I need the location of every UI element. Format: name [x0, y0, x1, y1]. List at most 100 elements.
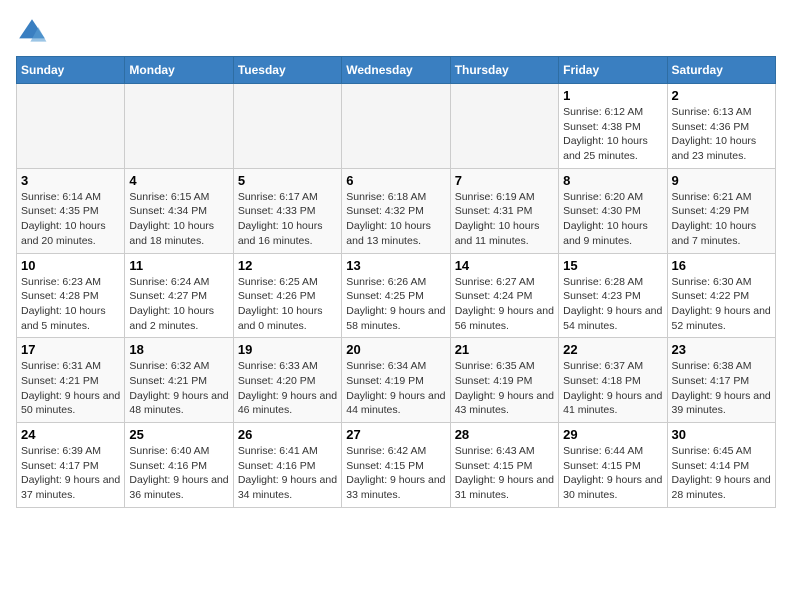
calendar-cell: 20 Sunrise: 6:34 AM Sunset: 4:19 PM Dayli… [342, 338, 450, 423]
day-detail: Sunrise: 6:19 AM Sunset: 4:31 PM Dayligh… [455, 190, 554, 249]
calendar-header-row: SundayMondayTuesdayWednesdayThursdayFrid… [17, 57, 776, 84]
calendar-cell: 16Sunrise: 6:30 AM Sunset: 4:22 PM Dayli… [667, 253, 775, 338]
calendar-cell: 30 Sunrise: 6:45 AM Sunset: 4:14 PM Dayli… [667, 423, 775, 508]
calendar-cell: 10 Sunrise: 6:23 AM Sunset: 4:28 PM Dayli… [17, 253, 125, 338]
day-detail: Sunrise: 6:44 AM Sunset: 4:15 PM Dayligh… [563, 444, 662, 503]
day-header-sunday: Sunday [17, 57, 125, 84]
day-header-saturday: Saturday [667, 57, 775, 84]
day-number: 4 [129, 173, 228, 188]
calendar-week-row: 3 Sunrise: 6:14 AM Sunset: 4:35 PM Daylig… [17, 168, 776, 253]
calendar-cell: 8 Sunrise: 6:20 AM Sunset: 4:30 PM Daylig… [559, 168, 667, 253]
day-detail: Sunrise: 6:18 AM Sunset: 4:32 PM Dayligh… [346, 190, 445, 249]
calendar-cell: 15 Sunrise: 6:28 AM Sunset: 4:23 PM Dayli… [559, 253, 667, 338]
calendar-cell: 11 Sunrise: 6:24 AM Sunset: 4:27 PM Dayli… [125, 253, 233, 338]
day-number: 28 [455, 427, 554, 442]
calendar: SundayMondayTuesdayWednesdayThursdayFrid… [16, 56, 776, 508]
day-detail: Sunrise: 6:31 AM Sunset: 4:21 PM Dayligh… [21, 359, 120, 418]
calendar-week-row: 17 Sunrise: 6:31 AM Sunset: 4:21 PM Dayli… [17, 338, 776, 423]
logo-icon [16, 16, 48, 48]
day-detail: Sunrise: 6:21 AM Sunset: 4:29 PM Dayligh… [672, 190, 771, 249]
day-detail: Sunrise: 6:32 AM Sunset: 4:21 PM Dayligh… [129, 359, 228, 418]
day-number: 20 [346, 342, 445, 357]
day-number: 25 [129, 427, 228, 442]
day-number: 11 [129, 258, 228, 273]
day-detail: Sunrise: 6:15 AM Sunset: 4:34 PM Dayligh… [129, 190, 228, 249]
logo [16, 16, 52, 48]
day-number: 12 [238, 258, 337, 273]
day-number: 18 [129, 342, 228, 357]
calendar-cell: 6 Sunrise: 6:18 AM Sunset: 4:32 PM Daylig… [342, 168, 450, 253]
day-number: 2 [672, 88, 771, 103]
day-detail: Sunrise: 6:30 AM Sunset: 4:22 PM Dayligh… [672, 275, 771, 334]
calendar-cell: 22Sunrise: 6:37 AM Sunset: 4:18 PM Dayli… [559, 338, 667, 423]
calendar-cell: 27Sunrise: 6:42 AM Sunset: 4:15 PM Dayli… [342, 423, 450, 508]
day-detail: Sunrise: 6:14 AM Sunset: 4:35 PM Dayligh… [21, 190, 120, 249]
day-number: 9 [672, 173, 771, 188]
day-number: 17 [21, 342, 120, 357]
day-detail: Sunrise: 6:45 AM Sunset: 4:14 PM Dayligh… [672, 444, 771, 503]
day-detail: Sunrise: 6:17 AM Sunset: 4:33 PM Dayligh… [238, 190, 337, 249]
calendar-cell: 28Sunrise: 6:43 AM Sunset: 4:15 PM Dayli… [450, 423, 558, 508]
day-header-monday: Monday [125, 57, 233, 84]
day-number: 3 [21, 173, 120, 188]
day-header-tuesday: Tuesday [233, 57, 341, 84]
calendar-cell: 21 Sunrise: 6:35 AM Sunset: 4:19 PM Dayli… [450, 338, 558, 423]
calendar-cell: 12 Sunrise: 6:25 AM Sunset: 4:26 PM Dayli… [233, 253, 341, 338]
calendar-cell: 29 Sunrise: 6:44 AM Sunset: 4:15 PM Dayli… [559, 423, 667, 508]
day-detail: Sunrise: 6:38 AM Sunset: 4:17 PM Dayligh… [672, 359, 771, 418]
day-number: 15 [563, 258, 662, 273]
day-number: 30 [672, 427, 771, 442]
calendar-week-row: 24 Sunrise: 6:39 AM Sunset: 4:17 PM Dayli… [17, 423, 776, 508]
calendar-week-row: 1 Sunrise: 6:12 AM Sunset: 4:38 PM Daylig… [17, 84, 776, 169]
day-detail: Sunrise: 6:34 AM Sunset: 4:19 PM Dayligh… [346, 359, 445, 418]
calendar-cell: 7Sunrise: 6:19 AM Sunset: 4:31 PM Daylig… [450, 168, 558, 253]
calendar-cell: 1 Sunrise: 6:12 AM Sunset: 4:38 PM Daylig… [559, 84, 667, 169]
day-header-wednesday: Wednesday [342, 57, 450, 84]
day-number: 1 [563, 88, 662, 103]
calendar-cell: 17 Sunrise: 6:31 AM Sunset: 4:21 PM Dayli… [17, 338, 125, 423]
calendar-cell: 5 Sunrise: 6:17 AM Sunset: 4:33 PM Daylig… [233, 168, 341, 253]
day-number: 6 [346, 173, 445, 188]
day-detail: Sunrise: 6:24 AM Sunset: 4:27 PM Dayligh… [129, 275, 228, 334]
day-detail: Sunrise: 6:20 AM Sunset: 4:30 PM Dayligh… [563, 190, 662, 249]
calendar-cell [233, 84, 341, 169]
calendar-cell: 3 Sunrise: 6:14 AM Sunset: 4:35 PM Daylig… [17, 168, 125, 253]
day-number: 10 [21, 258, 120, 273]
calendar-cell: 25 Sunrise: 6:40 AM Sunset: 4:16 PM Dayli… [125, 423, 233, 508]
day-number: 13 [346, 258, 445, 273]
calendar-cell: 26Sunrise: 6:41 AM Sunset: 4:16 PM Dayli… [233, 423, 341, 508]
calendar-cell [17, 84, 125, 169]
calendar-cell [125, 84, 233, 169]
day-number: 21 [455, 342, 554, 357]
day-header-thursday: Thursday [450, 57, 558, 84]
day-detail: Sunrise: 6:23 AM Sunset: 4:28 PM Dayligh… [21, 275, 120, 334]
day-detail: Sunrise: 6:41 AM Sunset: 4:16 PM Dayligh… [238, 444, 337, 503]
calendar-cell: 23 Sunrise: 6:38 AM Sunset: 4:17 PM Dayli… [667, 338, 775, 423]
day-detail: Sunrise: 6:35 AM Sunset: 4:19 PM Dayligh… [455, 359, 554, 418]
day-detail: Sunrise: 6:13 AM Sunset: 4:36 PM Dayligh… [672, 105, 771, 164]
day-number: 5 [238, 173, 337, 188]
calendar-cell: 24 Sunrise: 6:39 AM Sunset: 4:17 PM Dayli… [17, 423, 125, 508]
calendar-cell: 9 Sunrise: 6:21 AM Sunset: 4:29 PM Daylig… [667, 168, 775, 253]
day-header-friday: Friday [559, 57, 667, 84]
day-detail: Sunrise: 6:42 AM Sunset: 4:15 PM Dayligh… [346, 444, 445, 503]
calendar-cell: 19Sunrise: 6:33 AM Sunset: 4:20 PM Dayli… [233, 338, 341, 423]
day-detail: Sunrise: 6:33 AM Sunset: 4:20 PM Dayligh… [238, 359, 337, 418]
day-number: 23 [672, 342, 771, 357]
day-number: 29 [563, 427, 662, 442]
day-number: 22 [563, 342, 662, 357]
day-number: 14 [455, 258, 554, 273]
day-number: 24 [21, 427, 120, 442]
calendar-cell: 14Sunrise: 6:27 AM Sunset: 4:24 PM Dayli… [450, 253, 558, 338]
day-detail: Sunrise: 6:12 AM Sunset: 4:38 PM Dayligh… [563, 105, 662, 164]
day-number: 8 [563, 173, 662, 188]
day-detail: Sunrise: 6:28 AM Sunset: 4:23 PM Dayligh… [563, 275, 662, 334]
day-detail: Sunrise: 6:26 AM Sunset: 4:25 PM Dayligh… [346, 275, 445, 334]
day-detail: Sunrise: 6:40 AM Sunset: 4:16 PM Dayligh… [129, 444, 228, 503]
day-detail: Sunrise: 6:39 AM Sunset: 4:17 PM Dayligh… [21, 444, 120, 503]
calendar-week-row: 10 Sunrise: 6:23 AM Sunset: 4:28 PM Dayli… [17, 253, 776, 338]
calendar-cell [450, 84, 558, 169]
calendar-cell [342, 84, 450, 169]
day-detail: Sunrise: 6:25 AM Sunset: 4:26 PM Dayligh… [238, 275, 337, 334]
calendar-cell: 2 Sunrise: 6:13 AM Sunset: 4:36 PM Daylig… [667, 84, 775, 169]
